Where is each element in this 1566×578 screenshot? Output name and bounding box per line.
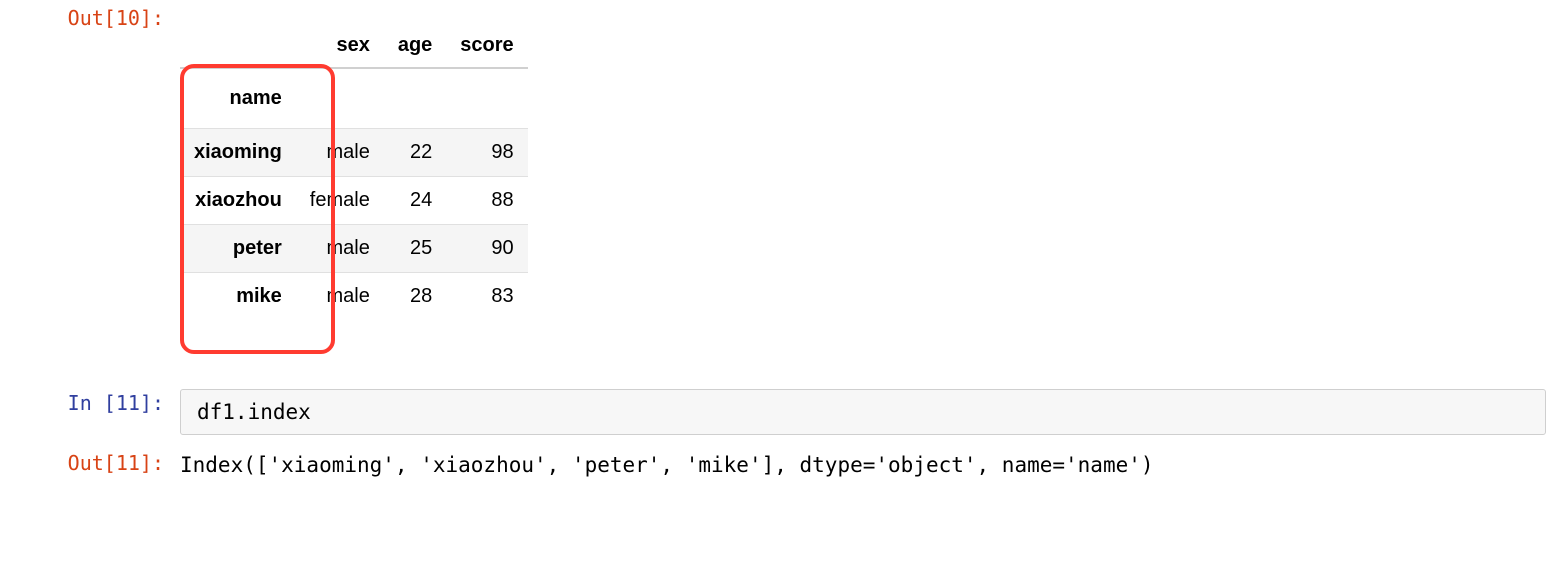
table-cell: female (296, 177, 384, 225)
table-cell: male (296, 225, 384, 273)
dataframe-column-header: sex (296, 24, 384, 68)
table-cell: 22 (384, 129, 446, 177)
code-output-text: Index(['xiaoming', 'xiaozhou', 'peter', … (180, 449, 1566, 481)
table-cell: 90 (446, 225, 527, 273)
row-index: xiaoming (180, 129, 296, 177)
table-row: peter male 25 90 (180, 225, 528, 273)
output-cell-11: Out[11]: Index(['xiaoming', 'xiaozhou', … (0, 445, 1566, 481)
table-cell: male (296, 129, 384, 177)
table-cell: 25 (384, 225, 446, 273)
row-index: mike (180, 273, 296, 321)
table-cell: 98 (446, 129, 527, 177)
row-index: xiaozhou (180, 177, 296, 225)
input-cell-11: In [11]: df1.index (0, 385, 1566, 435)
table-cell: 28 (384, 273, 446, 321)
table-cell: 88 (446, 177, 527, 225)
dataframe-column-header: score (446, 24, 527, 68)
dataframe-index-name-row: name (180, 68, 528, 129)
dataframe-column-header: age (384, 24, 446, 68)
output-content-10: sex age score name xiaoming male (180, 0, 1566, 325)
table-row: mike male 28 83 (180, 273, 528, 321)
table-cell: male (296, 273, 384, 321)
output-prompt-11: Out[11]: (0, 445, 180, 475)
input-content-11: df1.index (180, 385, 1566, 435)
dataframe-header-blank (180, 24, 296, 68)
dataframe-index-name: name (180, 68, 296, 129)
dataframe-table: sex age score name xiaoming male (180, 24, 528, 320)
dataframe-wrapper: sex age score name xiaoming male (180, 4, 528, 320)
table-cell: 24 (384, 177, 446, 225)
table-cell: 83 (446, 273, 527, 321)
dataframe-header-row: sex age score (180, 24, 528, 68)
output-content-11: Index(['xiaoming', 'xiaozhou', 'peter', … (180, 445, 1566, 481)
row-index: peter (180, 225, 296, 273)
output-cell-10: Out[10]: sex age score name (0, 0, 1566, 325)
table-row: xiaozhou female 24 88 (180, 177, 528, 225)
output-prompt-10: Out[10]: (0, 0, 180, 30)
input-prompt-11: In [11]: (0, 385, 180, 415)
table-row: xiaoming male 22 98 (180, 129, 528, 177)
code-input[interactable]: df1.index (180, 389, 1546, 435)
